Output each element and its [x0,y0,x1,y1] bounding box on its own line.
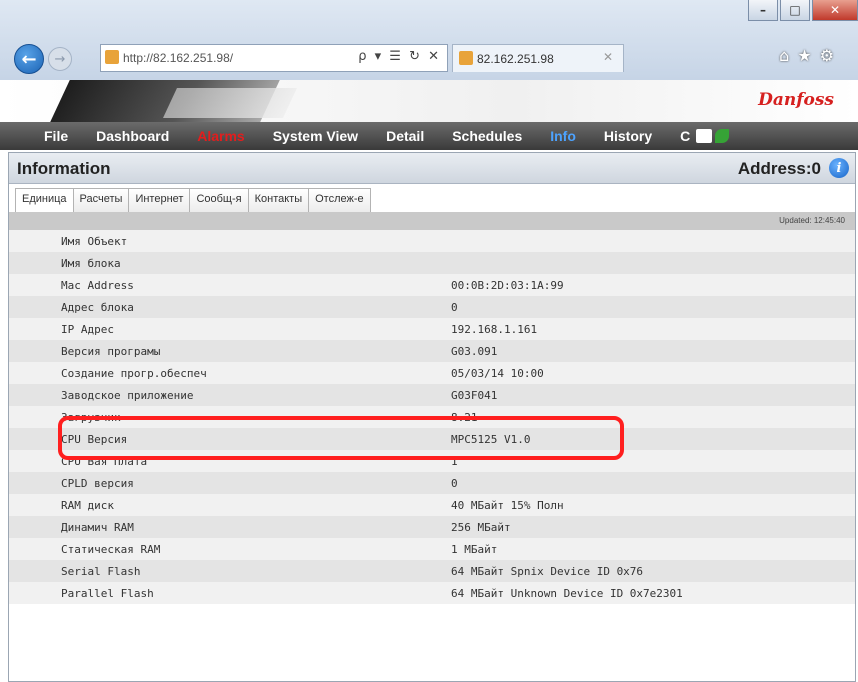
page-favicon-icon [105,50,119,64]
info-icon[interactable]: i [829,158,849,178]
table-row: IP Адрес 192.168.1.161 [9,318,855,340]
menu-file[interactable]: File [0,128,82,144]
table-row: Mac Address 00:0B:2D:03:1A:99 [9,274,855,296]
row-value: 0 [451,296,855,318]
row-value: 192.168.1.161 [451,318,855,340]
row-value [451,230,855,252]
row-label: Версия програмы [9,340,451,362]
information-panel: Information Address:0 i Единица Расчеты … [8,152,856,682]
close-button[interactable]: ✕ [812,0,858,21]
row-label: IP Адрес [9,318,451,340]
browser-chrome: – □ ✕ ← → http://82.162.251.98/ ρ ▾ ☰ ↻ … [0,0,858,80]
tab-messages[interactable]: Сообщ-я [189,188,249,212]
menu-alarms[interactable]: Alarms [183,128,258,144]
menu-system-view[interactable]: System View [259,128,372,144]
row-label: CPLD версия [9,472,451,494]
table-row: Parallel Flash 64 МБайт Unknown Device ID… [9,582,855,604]
menu-detail[interactable]: Detail [372,128,438,144]
table-row: Заводское приложение G03F041 [9,384,855,406]
row-label: Заводское приложение [9,384,451,406]
maximize-button[interactable]: □ [780,0,810,21]
row-value: MPC5125 V1.0 [451,428,855,450]
tab-close-icon[interactable]: ✕ [603,50,613,64]
table-row: Serial Flash 64 МБайт Spnix Device ID 0x7… [9,560,855,582]
row-value: 64 МБайт Unknown Device ID 0x7e2301 [451,582,855,604]
home-icon[interactable]: ⌂ [779,46,797,65]
address-tools[interactable]: ρ ▾ ☰ ↻ ✕ [358,49,441,64]
browser-tab[interactable]: 82.162.251.98 ✕ [452,44,624,72]
tab-calculations[interactable]: Расчеты [72,188,130,212]
row-label: Parallel Flash [9,582,451,604]
row-value: 40 МБайт 15% Полн [451,494,855,516]
row-value: 1 [451,450,855,472]
table-row: RAM диск 40 МБайт 15% Полн [9,494,855,516]
row-value [451,252,855,274]
row-value: 64 МБайт Spnix Device ID 0x76 [451,560,855,582]
panel-title: Information [17,159,111,178]
danfoss-logo: Danfoss [758,90,834,110]
row-label: Статическая RAM [9,538,451,560]
info-table: Имя Объект Имя блока Mac Address 00:0B:2D:0… [9,230,855,604]
row-value: 05/03/14 10:00 [451,362,855,384]
row-label: Загрузчик [9,406,451,428]
tab-title: 82.162.251.98 [477,52,554,66]
row-value: 1 МБайт [451,538,855,560]
updated-bar: Updated: 12:45:40 [9,212,855,230]
window-controls: – □ ✕ [746,0,858,24]
table-row: Имя Объект [9,230,855,252]
row-value: 8.21 [451,406,855,428]
menu-history[interactable]: History [590,128,666,144]
table-row: CPU Версия MPC5125 V1.0 [9,428,855,450]
row-value: G03F041 [451,384,855,406]
brand-banner: Danfoss [0,80,858,123]
banner-graphic-highlight [163,88,297,118]
row-label: Создание прогр.обеспеч [9,362,451,384]
table-row: Загрузчик 8.21 [9,406,855,428]
tab-favicon-icon [459,51,473,65]
menu-info[interactable]: Info [536,128,590,144]
table-row: Динамич RAM 256 МБайт [9,516,855,538]
row-value: 00:0B:2D:03:1A:99 [451,274,855,296]
table-row: Адрес блока 0 [9,296,855,318]
browser-toolbar-icons[interactable]: ⌂★⚙ [779,46,842,65]
updated-timestamp: Updated: 12:45:40 [779,216,845,225]
back-icon[interactable]: ← [14,44,44,74]
panel-header: Information Address:0 i [9,153,855,184]
leaf-icon[interactable] [715,129,730,143]
table-row: Статическая RAM 1 МБайт [9,538,855,560]
table-row: CPU Вая Плата 1 [9,450,855,472]
address-label: Address:0 [737,159,821,178]
minimize-button[interactable]: – [748,0,778,21]
row-value: 256 МБайт [451,516,855,538]
table-row: Создание прогр.обеспеч 05/03/14 10:00 [9,362,855,384]
menu-schedules[interactable]: Schedules [438,128,536,144]
info-tabs: Единица Расчеты Интернет Сообщ-я Контакт… [9,184,855,212]
address-bar[interactable]: http://82.162.251.98/ ρ ▾ ☰ ↻ ✕ [100,44,448,72]
row-label: Имя блока [9,252,451,274]
row-label: Mac Address [9,274,451,296]
speaker-icon[interactable] [696,129,713,143]
row-label: Serial Flash [9,560,451,582]
row-value: G03.091 [451,340,855,362]
row-value: 0 [451,472,855,494]
table-row: Версия програмы G03.091 [9,340,855,362]
address-url[interactable]: http://82.162.251.98/ [123,51,233,65]
table-row: Имя блока [9,252,855,274]
row-label: CPU Вая Плата [9,450,451,472]
row-label: Динамич RAM [9,516,451,538]
tab-internet[interactable]: Интернет [128,188,191,212]
favorites-icon[interactable]: ★ [797,46,819,65]
tab-tracking[interactable]: Отслеж-е [308,188,371,212]
tab-unit[interactable]: Единица [15,188,74,212]
row-label: RAM диск [9,494,451,516]
forward-icon[interactable]: → [48,47,72,71]
row-label: Адрес блока [9,296,451,318]
menu-dashboard[interactable]: Dashboard [82,128,183,144]
row-label: CPU Версия [9,428,451,450]
row-label: Имя Объект [9,230,451,252]
tab-contacts[interactable]: Контакты [247,188,310,212]
table-row: CPLD версия 0 [9,472,855,494]
main-menu: File Dashboard Alarms System View Detail… [0,122,858,150]
gear-icon[interactable]: ⚙ [820,46,842,65]
